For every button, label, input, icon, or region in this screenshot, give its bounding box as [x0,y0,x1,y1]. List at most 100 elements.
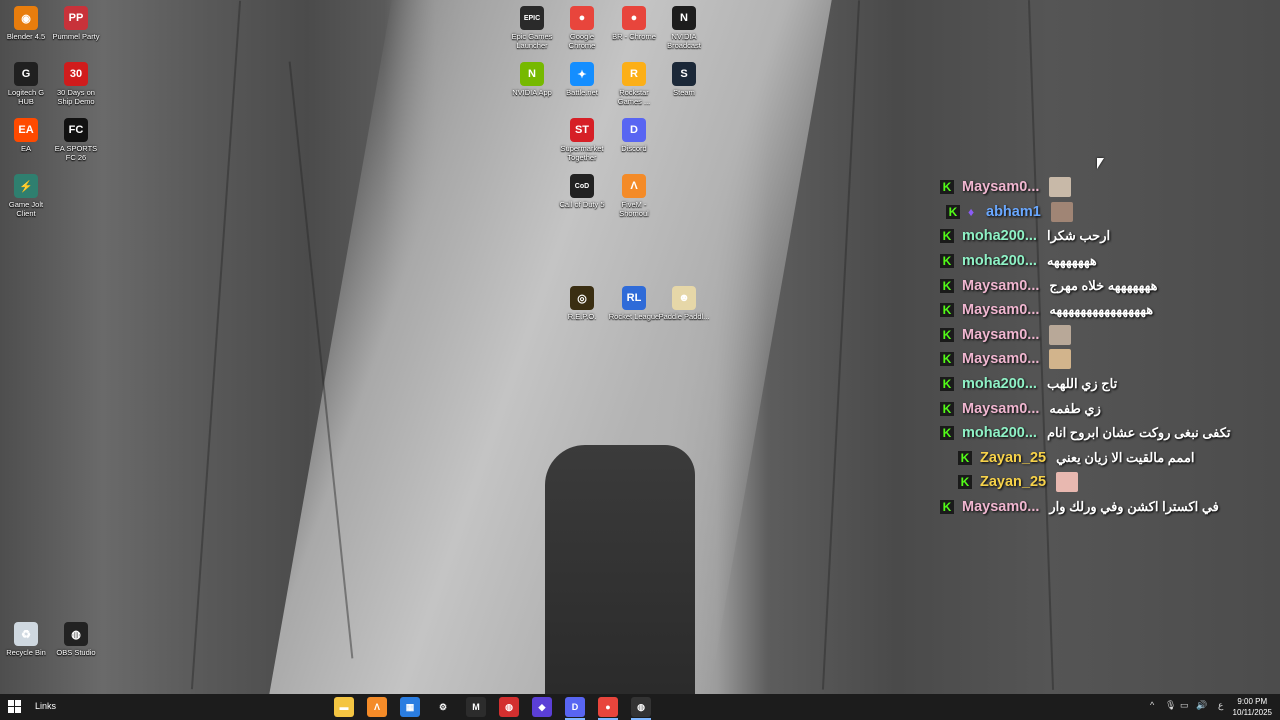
desktop-shortcut[interactable]: ST Supermarket Together [556,118,608,162]
chat-username: Maysam0... [962,499,1040,516]
desktop-shortcut-label: Epic Games Launcher [511,32,553,50]
desktop-shortcut[interactable]: 30 30 Days on Ship Demo [50,62,102,106]
mc-app-icon[interactable]: M [466,697,486,717]
volume-icon[interactable]: 🔊 [1196,700,1207,711]
tray-overflow-chevron-icon[interactable]: ^ [1150,700,1154,710]
desktop-shortcut[interactable]: CoD Call of Duty 5 [556,174,608,209]
desktop-shortcut[interactable]: ◍ OBS Studio [50,622,102,657]
chat-message: Kmoha200... هههههههه [930,249,1260,274]
chat-message: K Maysam0... [930,323,1260,348]
chat-message: K Maysam0... زي طفمه [930,396,1260,421]
chat-message-text: زي طفمه [1049,400,1101,416]
desktop-shortcut[interactable]: N NVIDIA App [506,62,558,97]
nvidia-app-icon: N [520,62,544,86]
desktop-shortcut[interactable]: Λ FiveM - Shomoul [608,174,660,218]
network-icon[interactable]: ▭ [1180,700,1189,711]
desktop-shortcut-label: Game Jolt Client [8,200,44,218]
start-button[interactable] [8,700,22,714]
desktop-shortcut-label: BR - Chrome [612,32,656,41]
desktop-shortcut[interactable]: ● BR - Chrome [608,6,660,41]
nvidia-broadcast-icon: N [672,6,696,30]
chat-message: K Zayan_25 [930,470,1260,495]
obs-taskbar-icon[interactable]: ◍ [631,697,651,717]
chat-username: Maysam0... [962,351,1040,368]
chat-emote-icon [1056,472,1079,493]
input-language-indicator[interactable]: ع [1218,700,1223,711]
desktop-shortcut-label: Supermarket Together [560,144,604,162]
desktop-shortcut[interactable]: R Rockstar Games ... [608,62,660,106]
kick-badge-icon: K [946,204,960,219]
kick-badge-icon: K [940,401,954,416]
file-explorer-icon[interactable]: ▬ [334,697,354,717]
desktop-shortcut-label: NVIDIA App [512,88,552,97]
desktop-shortcut-label: Recycle Bin [6,648,46,657]
chat-message: K Maysam0... ههههههههههههههههه [930,298,1260,323]
chat-message-text: تاج زي اللهب [1046,376,1118,392]
desktop-shortcut[interactable]: EA EA [0,118,52,153]
chat-username: abham1 [986,203,1041,220]
microphone-icon[interactable]: 🎙 [1165,700,1176,711]
wallpaper-dark-rock [545,445,695,694]
kick-badge-icon: K [940,500,954,515]
red-circle-app-icon[interactable]: ◍ [499,697,519,717]
desktop-shortcut-label: Pummel Party [52,32,100,41]
chat-username: Maysam0... [962,302,1040,319]
desktop-shortcut[interactable]: N NVIDIA Broadcast [658,6,710,50]
rocket-league-icon: RL [622,286,646,310]
purple-app-icon[interactable]: ◆ [532,697,552,717]
subscriber-badge-icon: ♦ [968,204,975,219]
chrome-taskbar-icon[interactable]: ● [598,697,618,717]
chat-message-text: تكفى نبغى روكت عشان ابروح انام [1046,425,1231,441]
chat-username: moha200... [962,376,1037,393]
desktop-shortcut[interactable]: ⚡ Game Jolt Client [0,174,52,218]
epic-games-icon: EPIC [520,6,544,30]
kick-badge-icon: K [940,426,954,441]
desktop[interactable]: ◉ Blender 4.5 PP Pummel Party G Logitech G HU… [0,0,1280,694]
chat-emote-icon [1050,201,1073,222]
chrome-profile-icon: ● [622,6,646,30]
ea-icon: EA [14,118,38,142]
logitech-g-icon: G [14,62,38,86]
desktop-shortcut-label: NVIDIA Broadcast [667,32,701,50]
chat-message-text: ههههههههههههههههه [1049,302,1154,318]
desktop-shortcut[interactable]: G Logitech G HUB [0,62,52,106]
paddle-icon: ☻ [672,286,696,310]
desktop-shortcut[interactable]: FC EA SPORTS FC 26 [50,118,102,162]
desktop-shortcut[interactable]: RL Rocket League [608,286,660,321]
settings-gear-icon[interactable]: ⚙ [433,697,453,717]
pummel-party-icon: PP [64,6,88,30]
desktop-shortcut[interactable]: ♻ Recycle Bin [0,622,52,657]
chat-message-text: ارحب شكرا [1046,228,1111,244]
obs-icon: ◍ [64,622,88,646]
desktop-shortcut-label: EA [20,144,31,153]
chat-message: K Maysam0... [930,347,1260,372]
chat-message: K Maysam0... هههههههه خلاه مهرج [930,273,1260,298]
store-icon[interactable]: ▦ [400,697,420,717]
desktop-shortcut-label: Rockstar Games ... [617,88,651,106]
chat-overlay: K Maysam0... K ♦ abham1 Kmoha200... ارحب شكرا K… [930,175,1260,519]
desktop-shortcut[interactable]: ● Google Chrome [556,6,608,50]
desktop-shortcut[interactable]: PP Pummel Party [50,6,102,41]
fivem-taskbar-icon[interactable]: Λ [367,697,387,717]
desktop-shortcut[interactable]: D Discord [608,118,660,153]
kick-badge-icon: K [940,377,954,392]
desktop-shortcut[interactable]: EPIC Epic Games Launcher [506,6,558,50]
desktop-shortcut[interactable]: ✦ Battle.net [556,62,608,97]
desktop-shortcut[interactable]: ◎ R.E.P.O. [556,286,608,321]
chat-message: Kmoha200... تاج زي اللهب [930,372,1260,397]
chat-emote-icon [1049,324,1072,345]
blender-icon: ◉ [14,6,38,30]
desktop-shortcut[interactable]: S Steam [658,62,710,97]
desktop-shortcut[interactable]: ☻ Paddle Paddl... [658,286,710,321]
game-jolt-icon: ⚡ [14,174,38,198]
links-toolbar[interactable]: Links [35,701,56,711]
desktop-shortcut-label: Battle.net [566,88,598,97]
repo-icon: ◎ [570,286,594,310]
desktop-shortcut[interactable]: ◉ Blender 4.5 [0,6,52,41]
system-clock[interactable]: 9:00 PM 10/11/2025 [1233,696,1272,718]
chat-message-text: في اكسترا اكشن وفي ورلك وار [1049,499,1219,515]
kick-badge-icon: K [940,254,954,269]
discord-taskbar-icon[interactable]: D [565,697,585,717]
chat-username: Maysam0... [962,179,1040,196]
desktop-shortcut-label: Steam [673,88,695,97]
